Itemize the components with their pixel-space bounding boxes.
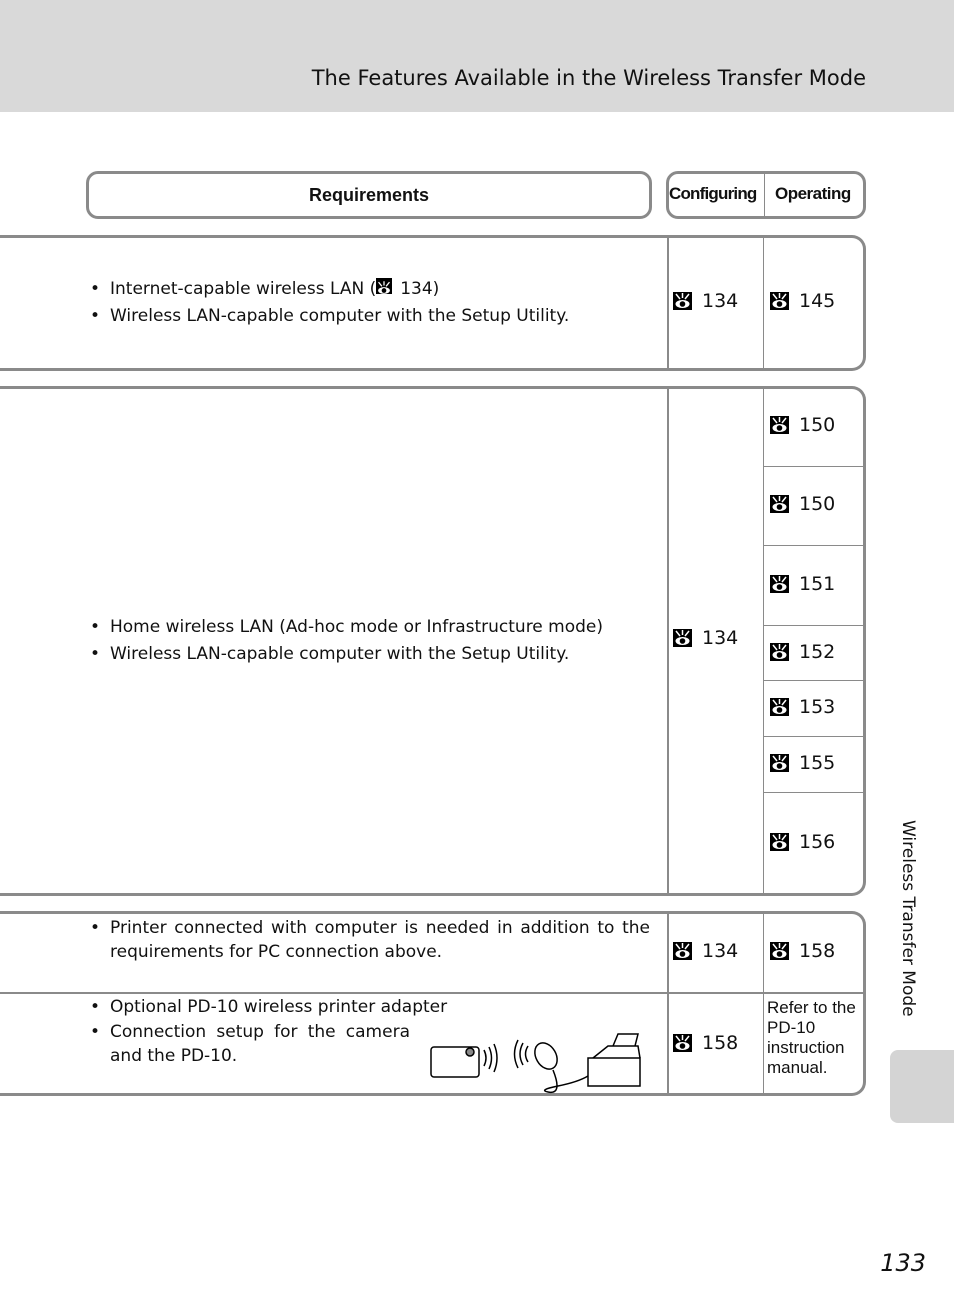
row-home-lan: Home wireless LAN (Ad-hoc mode or Infras… <box>0 386 866 896</box>
config-operating-header: Configuring Operating <box>666 171 866 219</box>
page-header <box>0 0 954 112</box>
page-reference-icon <box>673 292 692 310</box>
requirement-item: Printer connected with computer is neede… <box>90 916 650 964</box>
page-reference-icon <box>770 698 789 716</box>
requirement-item: Connection setup for the camera and the … <box>90 1020 410 1068</box>
operating-ref: 153 <box>770 696 835 718</box>
operating-label: Operating <box>775 184 851 203</box>
side-tab <box>890 1050 954 1123</box>
page-number: 133 <box>880 1249 926 1277</box>
requirements-header: Requirements <box>86 171 652 219</box>
requirement-item: Wireless LAN-capable computer with the S… <box>90 641 603 668</box>
configuring-ref: 158 <box>673 1032 738 1054</box>
page-reference-icon <box>770 416 789 434</box>
operating-ref: 152 <box>770 641 835 663</box>
requirements-label: Requirements <box>308 184 430 205</box>
divider <box>667 389 669 893</box>
operating-ref: 150 <box>770 493 835 515</box>
row-printing: Printer connected with computer is neede… <box>0 911 866 1096</box>
operating-ref: 158 <box>770 940 835 962</box>
configuring-ref: 134 <box>673 940 738 962</box>
page-reference-icon <box>770 495 789 513</box>
configuring-ref: 134 <box>673 627 738 649</box>
requirement-item: Optional PD-10 wireless printer adapter <box>90 994 447 1020</box>
operating-ref: 151 <box>770 573 835 595</box>
operating-ref: 156 <box>770 831 835 853</box>
requirement-item: Home wireless LAN (Ad-hoc mode or Infras… <box>90 614 603 641</box>
page-reference-icon <box>770 754 789 772</box>
configuring-label: Configuring <box>669 184 757 203</box>
page-reference-icon <box>673 629 692 647</box>
row-internet: Internet-capable wireless LAN (134) Wire… <box>0 235 866 371</box>
requirement-item: Internet-capable wireless LAN (134) <box>90 276 569 303</box>
operating-ref: 150 <box>770 414 835 436</box>
operating-note: Refer to the PD-10 instruction manual. <box>767 998 856 1077</box>
divider <box>763 389 764 893</box>
configuring-ref: 134 <box>673 290 738 312</box>
side-tab-label: Wireless Transfer Mode <box>898 820 918 1017</box>
page-reference-icon <box>770 292 789 310</box>
requirement-item: Wireless LAN-capable computer with the S… <box>90 303 569 330</box>
page-reference-icon <box>376 278 393 294</box>
divider <box>763 238 764 368</box>
operating-ref: 145 <box>770 290 835 312</box>
page-reference-icon <box>770 575 789 593</box>
page-reference-icon <box>770 643 789 661</box>
divider <box>764 174 765 216</box>
camera-pd10-printer-illustration <box>430 1033 641 1094</box>
page-reference-icon <box>673 942 692 960</box>
page-reference-icon <box>770 942 789 960</box>
page-reference-icon <box>673 1034 692 1052</box>
page-title: The Features Available in the Wireless T… <box>311 66 866 90</box>
divider <box>667 238 669 368</box>
page-reference-icon <box>770 833 789 851</box>
operating-ref: 155 <box>770 752 835 774</box>
